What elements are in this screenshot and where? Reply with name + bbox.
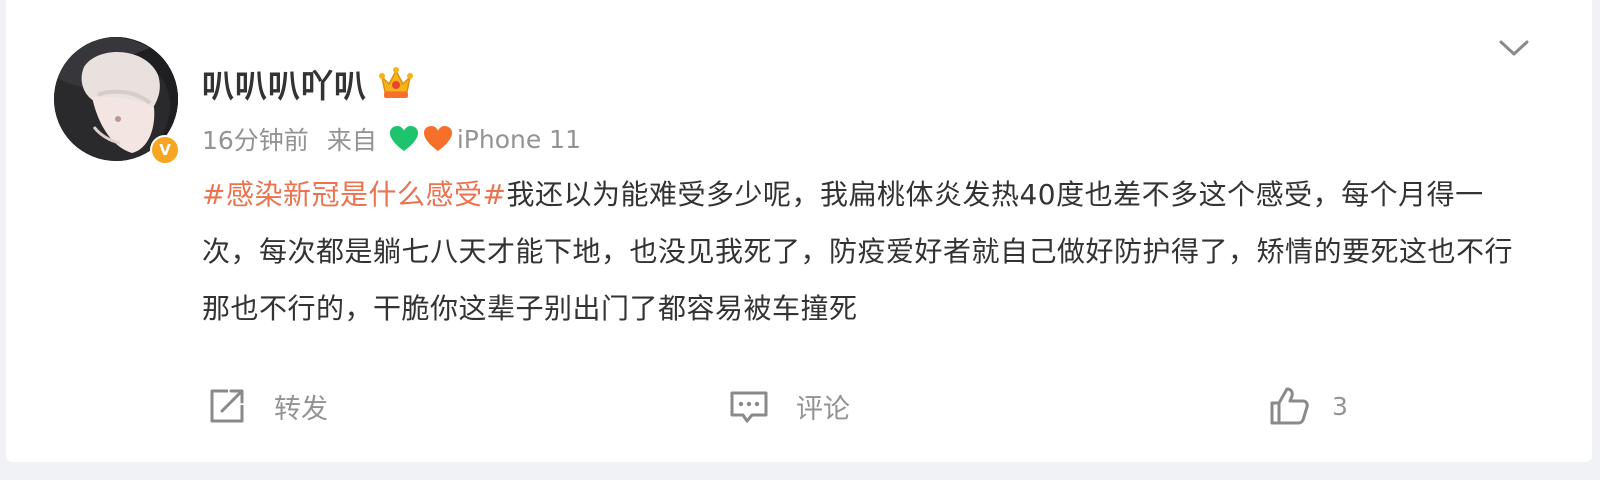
- comment-icon: [730, 391, 768, 423]
- forward-label: 转发: [274, 393, 328, 425]
- post-card: V 叭叭叭吖叭 16分钟前 来自 iPhone 11 #感染新冠是什么感受#我还…: [6, 0, 1592, 462]
- action-bar: 转发 评论 3: [206, 380, 1406, 432]
- forward-icon: [210, 389, 244, 423]
- nickname[interactable]: 叭叭叭吖叭: [202, 61, 367, 107]
- crown-icon[interactable]: [377, 65, 415, 103]
- orange-heart-icon: [423, 126, 452, 151]
- green-heart-icon: [389, 126, 418, 151]
- comment-button[interactable]: 评论: [728, 380, 850, 432]
- thumbs-up-icon: [1270, 387, 1309, 425]
- nickname-row: 叭叭叭吖叭: [202, 62, 415, 106]
- post-time[interactable]: 16分钟前: [202, 121, 309, 157]
- avatar-container[interactable]: V: [54, 37, 180, 165]
- like-count: 3: [1332, 391, 1348, 421]
- forward-button[interactable]: 转发: [206, 380, 328, 432]
- post-content: #感染新冠是什么感受#我还以为能难受多少呢，我扁桃体炎发热40度也差不多这个感受…: [202, 166, 1522, 337]
- topic-link[interactable]: #感染新冠是什么感受#: [202, 178, 506, 211]
- comment-label: 评论: [796, 393, 850, 425]
- like-button[interactable]: 3: [1268, 380, 1348, 432]
- device-name[interactable]: iPhone 11: [457, 125, 581, 154]
- source-label: 来自: [326, 126, 377, 155]
- chevron-down-icon[interactable]: [1497, 36, 1531, 60]
- verified-badge: V: [150, 135, 180, 165]
- post-meta: 16分钟前 来自 iPhone 11: [202, 122, 581, 156]
